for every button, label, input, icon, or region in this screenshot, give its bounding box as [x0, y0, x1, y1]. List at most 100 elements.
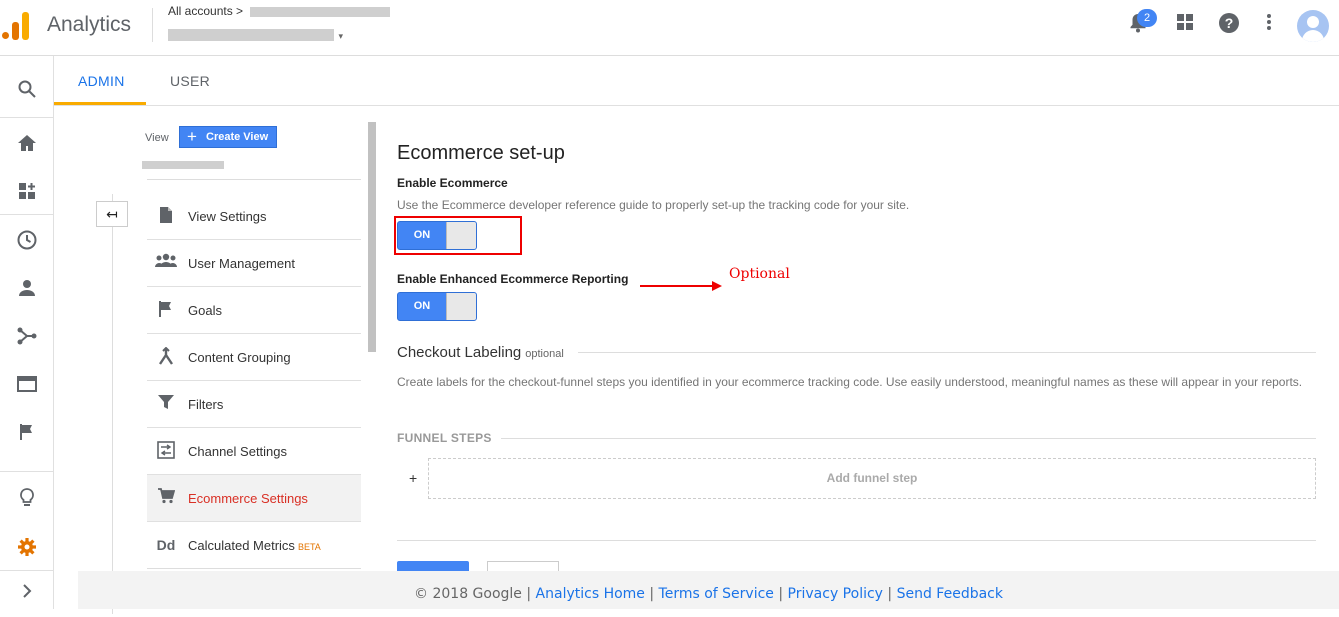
admin-panel: View + Create View ↤ View Settings User …: [54, 105, 1339, 614]
account-breadcrumb[interactable]: All accounts >: [168, 4, 391, 18]
dd-icon: Dd: [156, 537, 176, 553]
svg-text:?: ?: [1225, 15, 1234, 31]
page-icon: [155, 206, 177, 226]
add-funnel-step-button[interactable]: Add funnel step: [428, 458, 1316, 499]
notification-badge: 2: [1137, 9, 1157, 27]
checkout-title-text: Checkout Labeling: [397, 344, 522, 361]
chevron-down-icon: ▾: [338, 31, 343, 41]
section-divider: [578, 352, 1316, 353]
channel-icon: [155, 441, 177, 461]
flag-icon: [155, 300, 177, 320]
section-divider: [397, 540, 1316, 541]
section-divider: [501, 438, 1316, 439]
conversions-flag-icon[interactable]: [0, 407, 54, 455]
footer-separator: |: [778, 586, 784, 602]
menu-item-label: Content Grouping: [188, 350, 291, 365]
discover-lightbulb-icon[interactable]: [0, 473, 54, 521]
checkout-description: Create labels for the checkout-funnel st…: [397, 375, 1303, 389]
page-title: Ecommerce set-up: [397, 142, 565, 164]
tab-admin[interactable]: ADMIN: [78, 73, 125, 89]
view-selector[interactable]: ▾: [168, 26, 343, 41]
copyright-text: © 2018 Google: [414, 586, 522, 602]
acquisition-icon[interactable]: [0, 311, 54, 359]
menu-item-ecommerce-settings[interactable]: Ecommerce Settings: [147, 475, 361, 522]
help-icon[interactable]: ?: [1216, 12, 1242, 38]
realtime-clock-icon[interactable]: [0, 215, 54, 263]
more-vert-icon[interactable]: [1256, 12, 1282, 38]
highlight-annotation-box: [394, 216, 522, 255]
analytics-logo-icon[interactable]: [2, 12, 32, 40]
create-view-label: Create View: [206, 131, 269, 143]
content-area: View + Create View ↤ View Settings User …: [54, 105, 1339, 614]
nav-divider: [0, 570, 54, 571]
top-bar: Analytics All accounts > ▾ 2 ?: [0, 0, 1339, 56]
menu-item-label: Filters: [188, 397, 224, 412]
funnel-steps-title: FUNNEL STEPS: [397, 431, 492, 445]
home-icon[interactable]: [0, 118, 54, 166]
redacted-view-name: [168, 28, 334, 41]
footer-separator: |: [526, 586, 532, 602]
toggle-on-label: ON: [413, 300, 431, 312]
menu-item-calculated-metrics[interactable]: Dd Calculated Metrics BETA: [147, 522, 361, 569]
view-divider: [147, 179, 361, 180]
customization-icon[interactable]: [0, 166, 54, 214]
account-crumb-label: All accounts >: [168, 4, 244, 18]
beta-badge: BETA: [297, 542, 321, 552]
tab-user[interactable]: USER: [170, 73, 210, 89]
menu-item-label: Channel Settings: [188, 444, 288, 459]
toggle-knob: [446, 293, 476, 320]
cart-icon: [155, 488, 177, 508]
redacted-view-selector[interactable]: [142, 161, 224, 169]
menu-item-user-management[interactable]: User Management: [147, 240, 361, 287]
footer-separator: |: [649, 586, 655, 602]
plus-icon: +: [187, 127, 197, 146]
send-feedback-link[interactable]: Send Feedback: [897, 586, 1003, 602]
enhanced-ecommerce-label: Enable Enhanced Ecommerce Reporting: [397, 272, 629, 286]
menu-item-label-wrap: Calculated Metrics BETA: [188, 538, 321, 553]
left-nav: [0, 56, 54, 609]
enable-ecommerce-description: Use the Ecommerce developer reference gu…: [397, 198, 910, 212]
add-step-plus-icon: +: [409, 470, 418, 486]
terms-of-service-link[interactable]: Terms of Service: [659, 586, 774, 602]
optional-annotation: Optional: [729, 266, 790, 282]
enhanced-ecommerce-toggle[interactable]: ON: [397, 292, 477, 321]
user-avatar[interactable]: [1297, 10, 1329, 42]
audience-person-icon[interactable]: [0, 263, 54, 311]
expand-chevron-right-icon[interactable]: [0, 572, 54, 609]
search-icon[interactable]: [0, 64, 54, 112]
menu-item-label: Goals: [188, 303, 222, 318]
analytics-home-link[interactable]: Analytics Home: [536, 586, 645, 602]
menu-scrollbar[interactable]: [368, 122, 376, 352]
app-title: Analytics: [47, 13, 132, 36]
footer-separator: |: [887, 586, 893, 602]
menu-item-content-grouping[interactable]: Content Grouping: [147, 334, 361, 381]
apps-grid-icon[interactable]: [1172, 12, 1198, 38]
header-divider: [152, 8, 153, 42]
menu-item-label: Ecommerce Settings: [188, 491, 308, 506]
admin-user-tabs: ADMIN USER: [54, 56, 1339, 105]
filter-icon: [155, 394, 177, 414]
annotation-arrow-icon: [640, 281, 722, 291]
admin-gear-icon[interactable]: [0, 522, 54, 570]
back-arrow-button[interactable]: ↤: [96, 201, 128, 227]
footer: © 2018 Google | Analytics Home | Terms o…: [78, 571, 1339, 609]
nav-divider: [0, 471, 54, 472]
menu-item-view-settings[interactable]: View Settings: [147, 193, 361, 240]
content-grouping-icon: [155, 346, 177, 367]
checkout-labeling-title: Checkout Labeling optional: [397, 344, 564, 361]
menu-item-filters[interactable]: Filters: [147, 381, 361, 428]
menu-item-goals[interactable]: Goals: [147, 287, 361, 334]
menu-item-channel-settings[interactable]: Channel Settings: [147, 428, 361, 475]
behavior-icon[interactable]: [0, 359, 54, 407]
privacy-policy-link[interactable]: Privacy Policy: [788, 586, 883, 602]
redacted-property: [250, 6, 391, 17]
checkout-optional-tag: optional: [525, 348, 564, 360]
column-connector-line: [112, 194, 113, 614]
menu-item-label: Calculated Metrics: [188, 538, 295, 553]
view-column-label: View: [145, 132, 169, 144]
menu-item-label: View Settings: [188, 209, 267, 224]
people-icon: [155, 253, 177, 273]
enable-ecommerce-label: Enable Ecommerce: [397, 176, 508, 190]
menu-item-label: User Management: [188, 256, 295, 271]
create-view-button[interactable]: + Create View: [179, 126, 277, 148]
